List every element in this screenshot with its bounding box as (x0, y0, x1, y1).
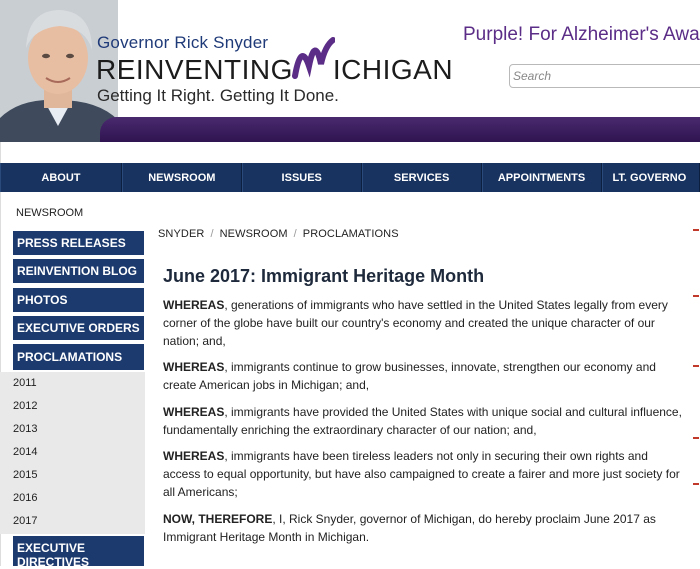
nav-issues[interactable]: ISSUES (241, 163, 362, 192)
year-link-2011[interactable]: 2011 (13, 377, 37, 389)
nav-newsroom[interactable]: NEWSROOM (121, 163, 242, 192)
logo-text-right: ICHIGAN (332, 54, 454, 85)
paragraph-text: , generations of immigrants who have set… (163, 298, 668, 348)
sidebar-item-proclamations[interactable]: PROCLAMATIONS (13, 344, 144, 370)
year-link-2016[interactable]: 2016 (13, 492, 37, 504)
paragraph-lead: WHEREAS (163, 449, 225, 463)
paragraph-text: , immigrants continue to grow businesses… (163, 360, 656, 392)
breadcrumb-newsroom[interactable]: NEWSROOM (220, 228, 288, 240)
year-link-2017[interactable]: 2017 (13, 515, 37, 527)
edge-mark (693, 229, 699, 231)
paragraph-lead: NOW, THEREFORE (163, 512, 273, 526)
proclamation-paragraph: WHEREAS, immigrants continue to grow bus… (163, 358, 688, 394)
year-link-2014[interactable]: 2014 (13, 446, 37, 458)
sidebar-item-press-releases[interactable]: PRESS RELEASES (13, 231, 144, 255)
year-link-2013[interactable]: 2013 (13, 423, 37, 435)
edge-mark (693, 365, 699, 367)
nav-appointments[interactable]: APPOINTMENTS (481, 163, 602, 192)
edge-mark (693, 483, 699, 485)
site-header: Governor Rick Snyder REINVENTING ICHIGAN… (0, 0, 700, 142)
proclamation-paragraph: WHEREAS, immigrants have been tireless l… (163, 447, 688, 501)
tagline: Getting It Right. Getting It Done. (97, 86, 339, 105)
sidebar-item-photos[interactable]: PHOTOS (13, 288, 144, 312)
promo-link[interactable]: Purple! For Alzheimer's Awa (463, 24, 700, 46)
m-swoosh-icon (291, 37, 335, 86)
main-nav: ABOUT NEWSROOM ISSUES SERVICES APPOINTME… (0, 163, 700, 192)
governor-name: Governor Rick Snyder (97, 33, 269, 52)
proclamation-paragraph: WHEREAS, generations of immigrants who h… (163, 296, 688, 350)
breadcrumb-separator: / (293, 228, 297, 240)
paragraph-text: , immigrants have provided the United St… (163, 405, 682, 437)
sidebar-item-label: EXECUTIVE (17, 541, 86, 555)
logo-text-left: REINVENTING (96, 54, 293, 85)
paragraph-lead: WHEREAS (163, 405, 225, 419)
nav-about[interactable]: ABOUT (0, 163, 122, 192)
edge-mark (693, 295, 699, 297)
site-logo[interactable]: REINVENTING ICHIGAN (96, 37, 454, 86)
breadcrumb-proclamations[interactable]: PROCLAMATIONS (303, 228, 399, 240)
paragraph-lead: WHEREAS (163, 298, 225, 312)
sidebar-item-executive-orders[interactable]: EXECUTIVE ORDERS (13, 316, 144, 340)
header-purple-band (100, 117, 700, 142)
sidebar-heading: NEWSROOM (16, 207, 84, 219)
page-title: June 2017: Immigrant Heritage Month (163, 266, 485, 286)
sidebar-item-executive-directives[interactable]: EXECUTIVE DIRECTIVES (13, 536, 144, 569)
right-edge-marks (693, 225, 700, 566)
paragraph-text: , immigrants have been tireless leaders … (163, 449, 680, 499)
breadcrumb: SNYDER / NEWSROOM / PROCLAMATIONS (158, 228, 399, 240)
nav-lt-governor[interactable]: LT. GOVERNO (601, 163, 700, 192)
edge-mark (693, 437, 699, 439)
sidebar-item-reinvention-blog[interactable]: REINVENTION BLOG (13, 259, 144, 283)
breadcrumb-separator: / (210, 228, 214, 240)
paragraph-lead: WHEREAS (163, 360, 225, 374)
proclamation-paragraph: NOW, THEREFORE, I, Rick Snyder, governor… (163, 510, 688, 546)
year-link-2012[interactable]: 2012 (13, 400, 37, 412)
search-input[interactable] (510, 65, 696, 87)
search-box[interactable] (509, 64, 700, 88)
year-link-2015[interactable]: 2015 (13, 469, 37, 481)
breadcrumb-snyder[interactable]: SNYDER (158, 228, 204, 240)
proclamation-paragraph: WHEREAS, immigrants have provided the Un… (163, 403, 688, 439)
sidebar-item-label: DIRECTIVES (17, 555, 90, 569)
nav-services[interactable]: SERVICES (361, 163, 482, 192)
